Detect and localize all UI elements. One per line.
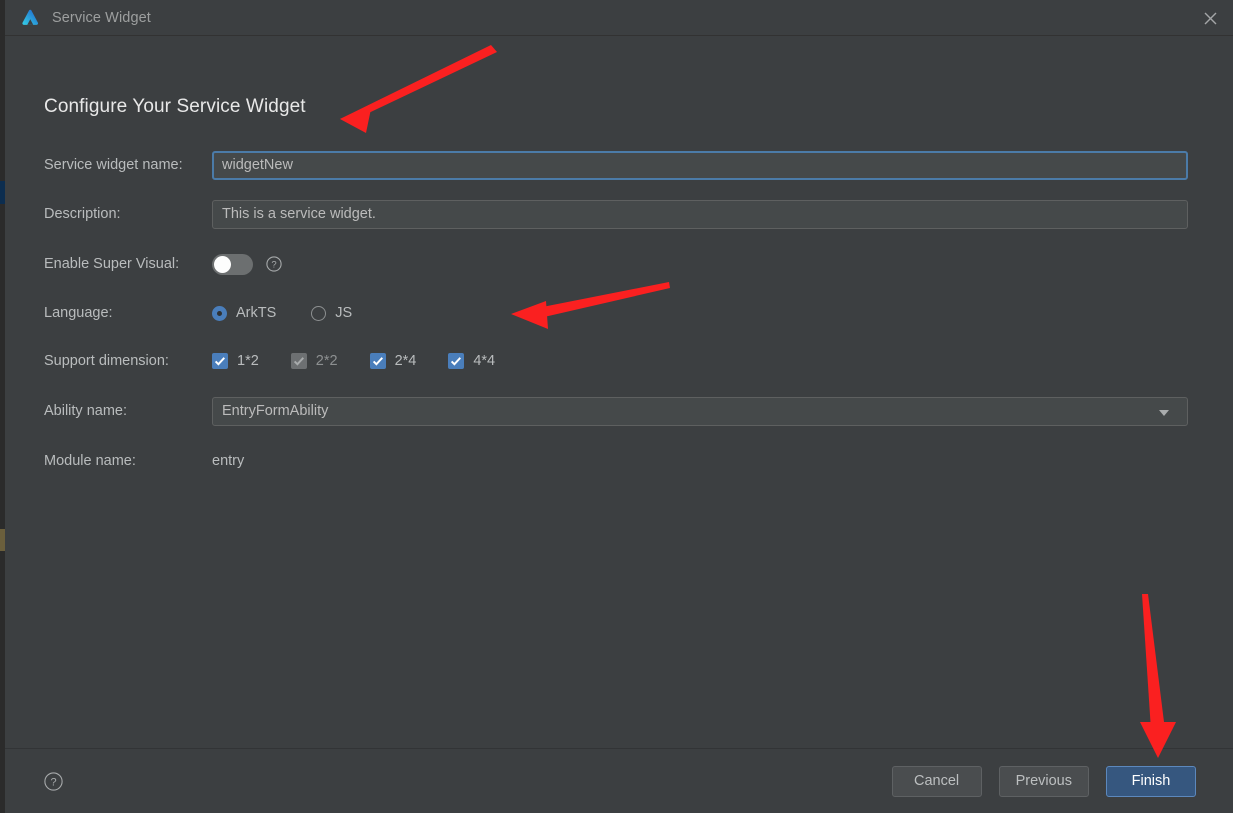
footer-button-group: Cancel Previous Finish xyxy=(891,765,1196,797)
radio-indicator xyxy=(212,305,227,321)
checkbox-dimension-4x4[interactable]: 4*4 xyxy=(448,353,495,369)
label-enable-super-visual: Enable Super Visual: xyxy=(44,256,180,272)
label-service-widget-name: Service widget name: xyxy=(44,157,183,173)
enable-super-visual-toggle[interactable] xyxy=(212,253,253,275)
radio-language-arkts[interactable]: ArkTS xyxy=(212,305,276,321)
label-description: Description: xyxy=(44,206,121,222)
footer-help-icon[interactable]: ? xyxy=(44,771,63,791)
cancel-button[interactable]: Cancel xyxy=(891,765,982,797)
svg-text:?: ? xyxy=(271,260,276,271)
row-support-dimension: Support dimension: 1*2 2*2 2*4 4*4 xyxy=(44,348,1233,374)
toggle-knob xyxy=(214,255,231,273)
language-radio-group: ArkTS JS xyxy=(212,305,387,321)
radio-label: ArkTS xyxy=(236,305,277,321)
checkbox-label: 4*4 xyxy=(473,353,496,369)
super-visual-help-icon[interactable]: ? xyxy=(266,256,282,272)
finish-button[interactable]: Finish xyxy=(1106,765,1196,797)
label-support-dimension: Support dimension: xyxy=(44,353,169,369)
radio-label: JS xyxy=(335,305,353,321)
radio-indicator xyxy=(311,305,327,321)
checkbox-label: 1*2 xyxy=(237,353,259,369)
row-enable-super-visual: Enable Super Visual: ? xyxy=(44,251,1233,277)
checkbox-indicator xyxy=(448,353,465,369)
dialog-footer: ? Cancel Previous Finish xyxy=(5,748,1233,813)
chevron-down-icon xyxy=(1159,409,1169,416)
dialog-titlebar: Service Widget xyxy=(5,0,1233,36)
ability-name-dropdown[interactable]: EntryFormAbility xyxy=(212,396,1188,426)
checkbox-indicator xyxy=(290,353,307,369)
checkbox-dimension-2x4[interactable]: 2*4 xyxy=(369,353,417,369)
row-service-widget-name: Service widget name: xyxy=(44,150,1233,180)
checkbox-indicator xyxy=(369,353,386,369)
checkbox-label: 2*4 xyxy=(394,353,417,369)
service-widget-name-input[interactable] xyxy=(212,150,1188,180)
row-ability-name: Ability name: EntryFormAbility xyxy=(44,396,1233,426)
row-description: Description: xyxy=(44,199,1233,229)
deveco-studio-logo-icon xyxy=(19,7,41,29)
label-language: Language: xyxy=(44,305,113,321)
previous-button[interactable]: Previous xyxy=(998,765,1089,797)
support-dimension-checkbox-group: 1*2 2*2 2*4 4*4 xyxy=(212,353,527,369)
close-icon[interactable] xyxy=(1187,0,1233,36)
description-input[interactable] xyxy=(212,199,1188,229)
ability-name-selected-value: EntryFormAbility xyxy=(222,403,329,419)
svg-text:?: ? xyxy=(50,776,56,788)
service-widget-dialog: Service Widget Configure Your Service Wi… xyxy=(5,0,1233,813)
row-language: Language: ArkTS JS xyxy=(44,300,1233,326)
checkbox-dimension-2x2: 2*2 xyxy=(290,353,338,369)
dialog-content: Configure Your Service Widget Service wi… xyxy=(5,36,1233,748)
radio-language-js[interactable]: JS xyxy=(311,305,352,321)
module-name-value: entry xyxy=(212,453,245,469)
label-module-name: Module name: xyxy=(44,453,136,469)
row-module-name: Module name: entry xyxy=(44,448,1233,474)
page-title: Configure Your Service Widget xyxy=(44,96,306,117)
window-title: Service Widget xyxy=(52,9,151,26)
checkbox-label: 2*2 xyxy=(315,353,338,369)
checkbox-dimension-1x2[interactable]: 1*2 xyxy=(212,353,259,369)
checkbox-indicator xyxy=(212,353,228,369)
label-ability-name: Ability name: xyxy=(44,403,128,419)
